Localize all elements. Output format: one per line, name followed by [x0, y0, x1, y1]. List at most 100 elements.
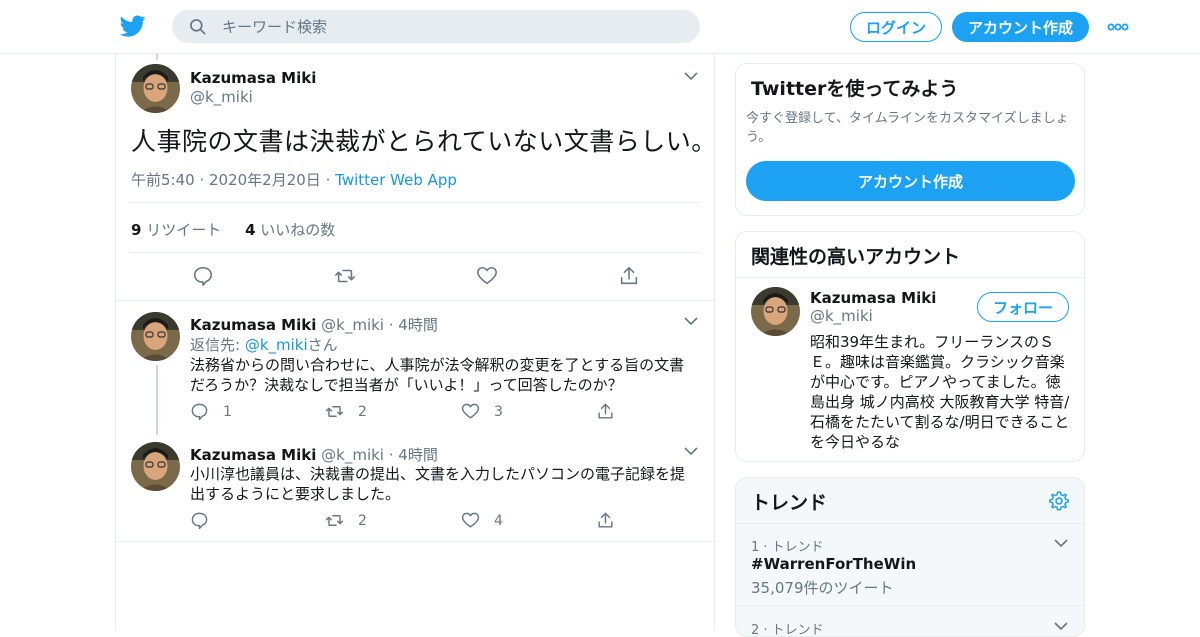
avatar-photo-icon — [131, 64, 180, 113]
like-count: 3 — [494, 403, 503, 420]
replying-to-prefix: 返信先: — [190, 336, 245, 354]
meta-separator: · — [325, 171, 331, 189]
trend-rank: 1 · トレンド — [751, 540, 824, 555]
reply-tweet[interactable]: Kazumasa Miki @k_miki · 4時間 返信先: @k_miki… — [116, 302, 716, 438]
reply-icon — [191, 512, 208, 530]
chevron-down-icon[interactable] — [684, 446, 698, 456]
retweet-stat[interactable]: 9 リツイート — [131, 221, 221, 239]
chevron-down-icon[interactable] — [684, 71, 698, 81]
retweet-button[interactable]: 2 — [325, 402, 367, 421]
avatar-photo-icon — [131, 442, 180, 491]
thread-connector-line — [156, 365, 158, 435]
author-name[interactable]: Kazumasa Miki — [190, 316, 316, 334]
like-stat[interactable]: 4 いいねの数 — [245, 221, 335, 239]
reply-text: 小川淳也議員は、決裁書の提出、文書を入力したパソコンの電子記録を提出するようにと… — [190, 465, 686, 503]
related-account-name[interactable]: Kazumasa Miki — [810, 289, 936, 307]
like-button[interactable]: 3 — [461, 402, 503, 421]
trend-name[interactable]: #WarrenForTheWin — [751, 555, 916, 573]
author-name[interactable]: Kazumasa Miki — [190, 446, 316, 464]
divider — [736, 277, 1084, 278]
signup-card-title: Twitterを使ってみよう — [751, 78, 959, 100]
replying-to: 返信先: @k_mikiさん — [190, 334, 338, 355]
tweet-text: 人事院の文書は決裁がとられていない文書らしい。 — [131, 127, 717, 156]
related-accounts-card: 関連性の高いアカウント Kazumasa Miki @k_miki フォロー 昭… — [735, 231, 1085, 462]
trends-title: トレンド — [751, 492, 828, 514]
like-heart-icon — [461, 403, 480, 419]
trend-item[interactable]: 2 · トレンド — [736, 607, 1084, 637]
replying-to-handle[interactable]: @k_miki — [245, 336, 308, 354]
signup-button[interactable]: アカウント作成 — [952, 12, 1089, 42]
reply-header: Kazumasa Miki @k_miki · 4時間 — [190, 444, 438, 465]
twitter-bird-logo-icon[interactable] — [119, 13, 147, 39]
reply-icon — [191, 403, 208, 421]
reply-header: Kazumasa Miki @k_miki · 4時間 — [190, 314, 438, 335]
retweet-button[interactable]: 2 — [325, 511, 367, 530]
reply-time[interactable]: · 4時間 — [389, 446, 438, 464]
like-heart-icon[interactable] — [476, 265, 498, 287]
like-count: 4 — [494, 512, 503, 529]
like-button[interactable]: 4 — [461, 511, 503, 530]
share-button[interactable] — [596, 511, 629, 530]
author-handle[interactable]: @k_miki — [190, 88, 253, 106]
avatar[interactable] — [131, 312, 180, 361]
related-account-bio: 昭和39年生まれ。フリーランスのＳＥ。趣味は音楽鑑賞。クラシック音楽が中心です。… — [810, 333, 1070, 451]
retweet-stat-label: リツイート — [146, 221, 222, 239]
top-navigation-bar: ログイン アカウント作成 — [0, 0, 1200, 54]
trends-card: トレンド 1 · トレンド #WarrenForTheWin 35,079件のツ… — [735, 477, 1085, 637]
avatar[interactable] — [131, 442, 180, 491]
tweet-timestamp[interactable]: 午前5:40 · 2020年2月20日 — [131, 171, 321, 189]
chevron-down-icon[interactable] — [684, 316, 698, 326]
thread-connector-line — [156, 54, 158, 60]
reply-text: 法務省からの問い合わせに、人事院が法令解釈の変更を了とする旨の文書だろうか？決裁… — [190, 356, 685, 394]
follow-button[interactable]: フォロー — [977, 292, 1069, 322]
login-button[interactable]: ログイン — [850, 12, 942, 42]
tweet-stats: 9 リツイート 4 いいねの数 — [131, 219, 335, 240]
tweet-thread-column: Kazumasa Miki @k_miki 人事院の文書は決裁がとられていない文… — [115, 54, 717, 630]
reply-time[interactable]: · 4時間 — [389, 316, 438, 334]
reply-actions: 2 4 — [190, 511, 630, 531]
replying-to-suffix: さん — [307, 336, 338, 354]
gear-icon[interactable] — [1048, 490, 1070, 512]
tweet-metadata: 午前5:40 · 2020年2月20日 · Twitter Web App — [131, 169, 457, 190]
like-stat-label: いいねの数 — [260, 221, 336, 239]
retweet-icon — [325, 406, 344, 417]
search-bar[interactable] — [172, 10, 700, 43]
trend-rank: 2 · トレンド — [751, 623, 824, 637]
share-button[interactable] — [596, 402, 629, 421]
reply-icon[interactable] — [192, 265, 214, 287]
author-name[interactable]: Kazumasa Miki — [190, 69, 316, 87]
like-count: 4 — [245, 221, 256, 239]
retweet-icon[interactable] — [334, 265, 356, 287]
reply-actions: 1 2 3 — [190, 402, 630, 422]
trend-item[interactable]: 1 · トレンド #WarrenForTheWin 35,079件のツイート — [736, 524, 1084, 606]
reply-button[interactable]: 1 — [190, 402, 232, 421]
signup-prompt-card: Twitterを使ってみよう 今すぐ登録して、タイムラインをカスタマイズしましょ… — [735, 63, 1085, 216]
retweet-icon — [325, 515, 344, 526]
author-handle[interactable]: @k_miki — [321, 316, 384, 334]
avatar[interactable] — [131, 64, 180, 113]
signup-card-description: 今すぐ登録して、タイムラインをカスタマイズしましょう。 — [746, 111, 1069, 145]
more-options-icon[interactable] — [1107, 22, 1129, 32]
reply-button[interactable] — [190, 511, 223, 530]
retweet-count: 2 — [358, 512, 367, 529]
search-input[interactable] — [222, 10, 682, 43]
avatar[interactable] — [751, 287, 800, 336]
avatar-photo-icon — [131, 312, 180, 361]
share-icon — [598, 403, 613, 419]
author-handle[interactable]: @k_miki — [321, 446, 384, 464]
retweet-count: 2 — [358, 403, 367, 420]
trend-tweet-count: 35,079件のツイート — [751, 579, 894, 597]
avatar-photo-icon — [751, 287, 800, 336]
tweet-actions — [116, 253, 716, 301]
like-heart-icon — [461, 512, 480, 528]
divider — [130, 202, 700, 203]
search-icon — [190, 19, 206, 35]
chevron-down-icon[interactable] — [1054, 538, 1068, 548]
tweet-source-link[interactable]: Twitter Web App — [335, 171, 457, 189]
related-account-handle[interactable]: @k_miki — [810, 307, 873, 325]
share-icon[interactable] — [618, 265, 640, 287]
signup-card-button[interactable]: アカウント作成 — [746, 161, 1075, 201]
related-card-title: 関連性の高いアカウント — [751, 246, 961, 268]
retweet-count: 9 — [131, 221, 142, 239]
reply-tweet[interactable]: Kazumasa Miki @k_miki · 4時間 小川淳也議員は、決裁書の… — [116, 438, 716, 542]
